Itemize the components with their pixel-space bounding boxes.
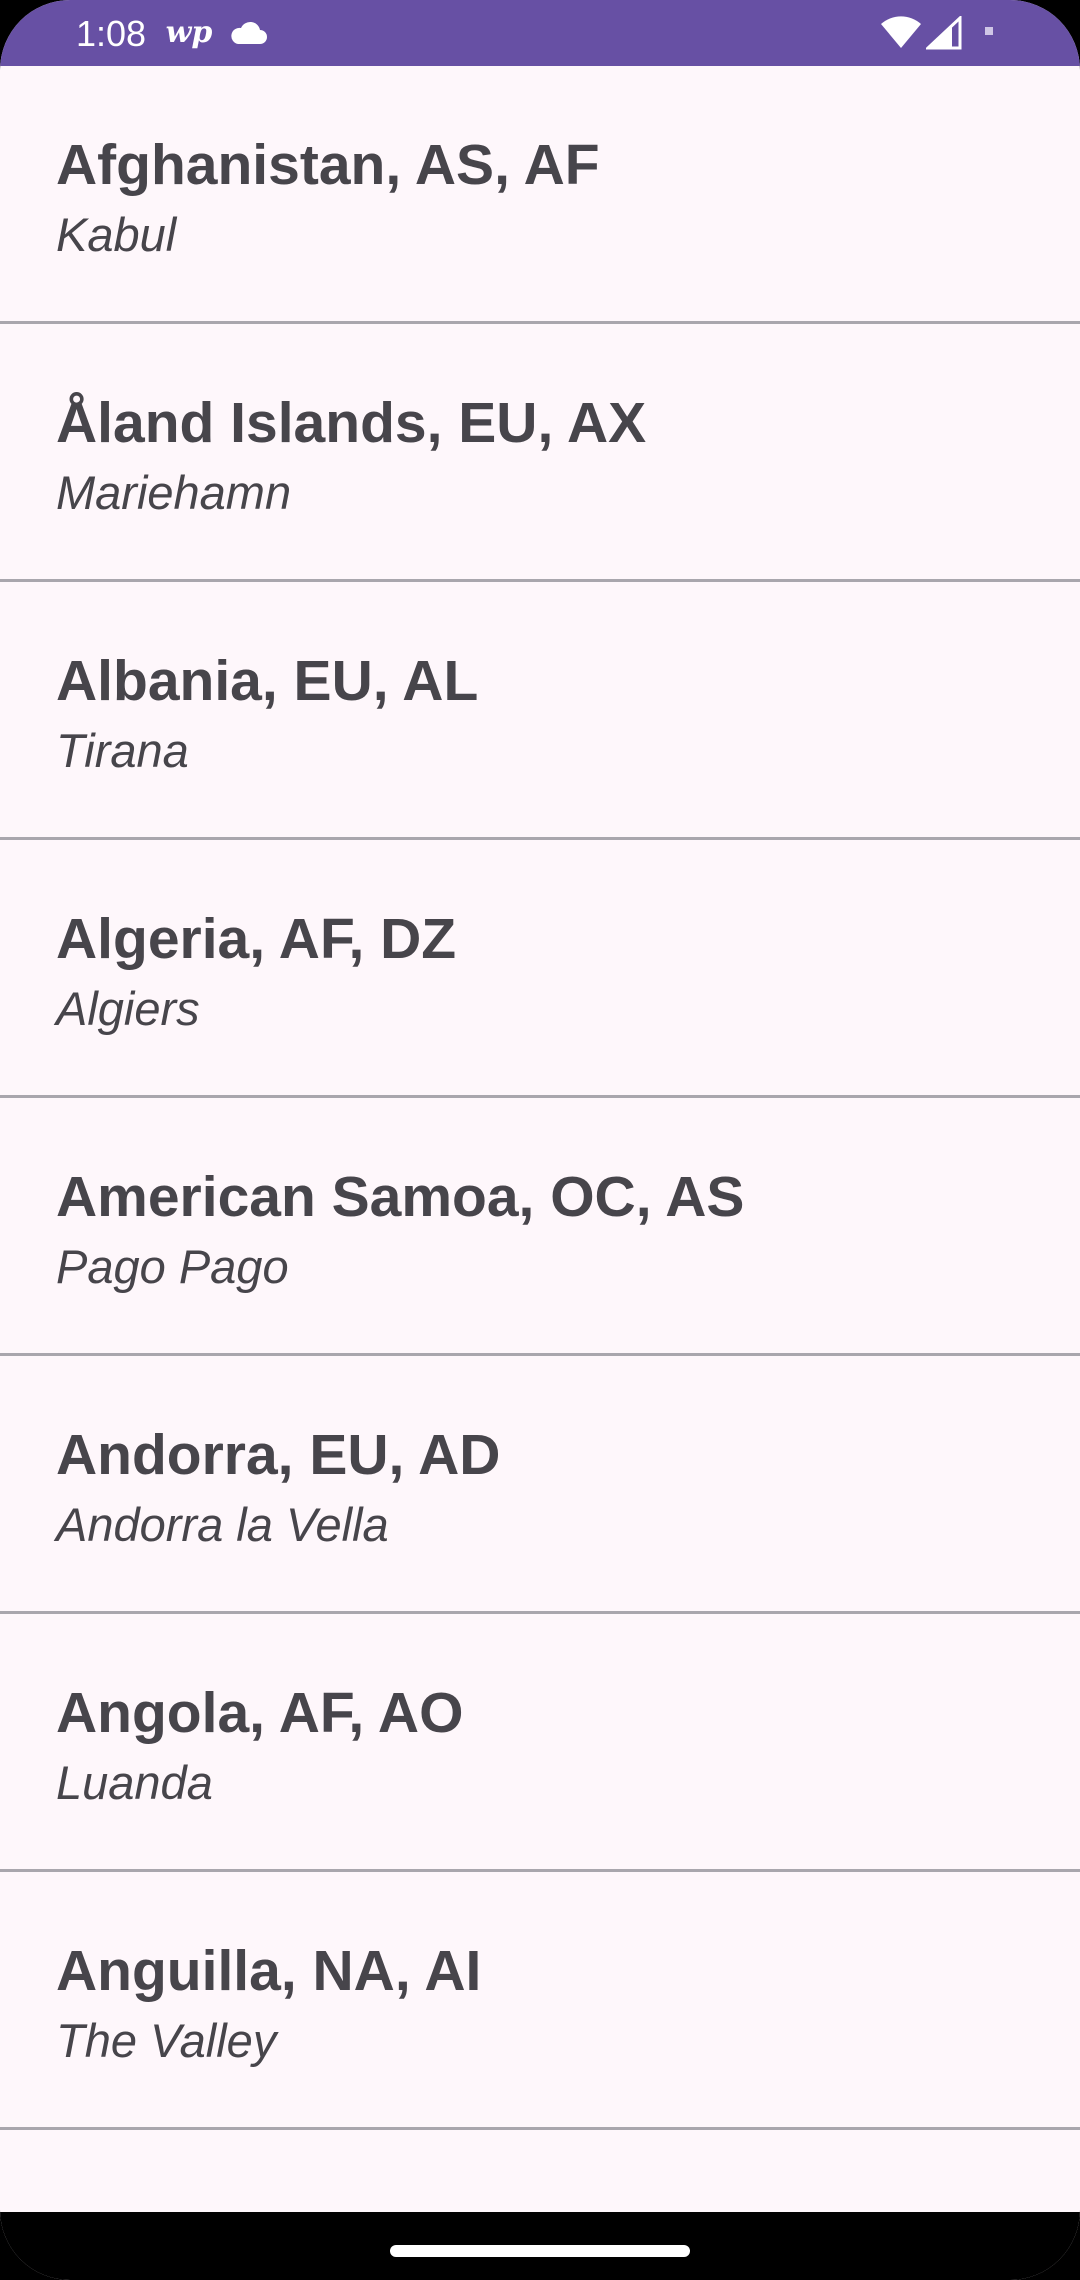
country-capital: Mariehamn — [56, 466, 292, 519]
cloud-icon — [228, 16, 268, 50]
list-item[interactable]: Angola, AF, AO Luanda — [0, 1614, 1080, 1872]
status-time: 1:08 — [76, 13, 147, 54]
gesture-nav-bar — [0, 2212, 1080, 2280]
country-title: Afghanistan, AS, AF — [56, 133, 600, 197]
list-item[interactable]: Afghanistan, AS, AF Kabul — [0, 66, 1080, 324]
country-list: Afghanistan, AS, AF Kabul Åland Islands,… — [0, 66, 1080, 2130]
battery-icon — [982, 14, 996, 48]
country-title: American Samoa, OC, AS — [56, 1165, 745, 1229]
country-title: Albania, EU, AL — [56, 649, 479, 713]
country-capital: Andorra la Vella — [56, 1498, 389, 1551]
list-item[interactable]: Anguilla, NA, AI The Valley — [0, 1872, 1080, 2130]
country-title: Andorra, EU, AD — [56, 1423, 501, 1487]
wifi-icon — [880, 16, 922, 50]
list-item[interactable]: Åland Islands, EU, AX Mariehamn — [0, 324, 1080, 582]
country-title: Angola, AF, AO — [56, 1681, 464, 1745]
phone-screen: 1:08 wp Afghanistan, AS, AF Kabul Åland … — [0, 0, 1080, 2280]
country-capital: Tirana — [56, 724, 189, 777]
washington-post-icon: wp — [165, 15, 213, 50]
country-capital: Algiers — [56, 982, 200, 1035]
list-item[interactable]: Albania, EU, AL Tirana — [0, 582, 1080, 840]
country-capital: Luanda — [56, 1756, 213, 1809]
home-gesture-handle[interactable] — [390, 2245, 690, 2257]
country-capital: Kabul — [56, 208, 177, 261]
list-item[interactable]: Andorra, EU, AD Andorra la Vella — [0, 1356, 1080, 1614]
country-capital: The Valley — [56, 2014, 277, 2067]
cellular-signal-icon — [926, 16, 964, 50]
country-title: Åland Islands, EU, AX — [56, 391, 647, 455]
status-bar: 1:08 wp — [0, 0, 1080, 66]
country-title: Anguilla, NA, AI — [56, 1939, 482, 2003]
country-title: Algeria, AF, DZ — [56, 907, 457, 971]
list-item[interactable]: Algeria, AF, DZ Algiers — [0, 840, 1080, 1098]
country-capital: Pago Pago — [56, 1240, 289, 1293]
list-item[interactable]: American Samoa, OC, AS Pago Pago — [0, 1098, 1080, 1356]
